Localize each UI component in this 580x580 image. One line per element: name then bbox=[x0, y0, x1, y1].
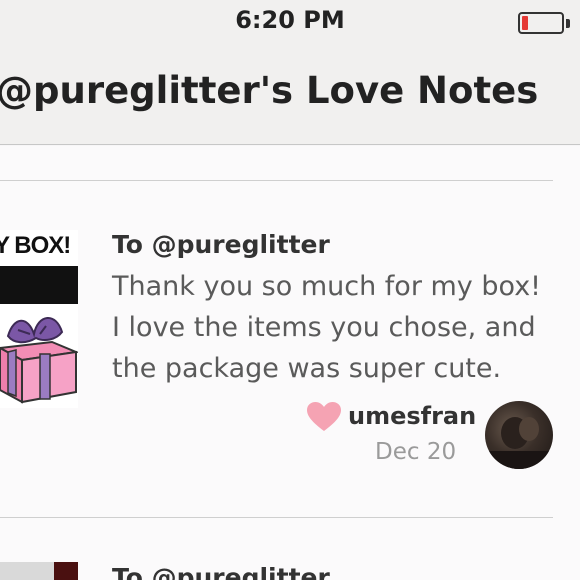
gift-box-icon bbox=[0, 317, 78, 404]
thumbnail-caption: Y BOX! bbox=[0, 232, 71, 259]
status-bar: 6:20 PM bbox=[0, 0, 580, 45]
note-date: Dec 20 bbox=[375, 439, 457, 465]
heart-icon[interactable] bbox=[306, 401, 342, 433]
battery-tip bbox=[566, 19, 570, 28]
battery-icon bbox=[518, 12, 564, 34]
note-message: Thank you so much for my box! I love the… bbox=[112, 271, 541, 384]
battery-level bbox=[522, 16, 528, 30]
divider bbox=[0, 180, 553, 181]
nav-bar: @pureglitter's Love Notes bbox=[0, 45, 580, 145]
note-recipient: To @pureglitter bbox=[112, 563, 330, 580]
note-thumbnail[interactable]: Y BOX! bbox=[0, 230, 78, 408]
divider bbox=[0, 517, 553, 518]
page-title: @pureglitter's Love Notes bbox=[0, 69, 539, 112]
note-thumbnail-detail bbox=[54, 562, 78, 580]
avatar[interactable] bbox=[485, 401, 553, 469]
avatar-photo bbox=[485, 417, 553, 469]
status-time: 6:20 PM bbox=[235, 6, 345, 34]
note-author[interactable]: umesfran bbox=[348, 402, 476, 430]
note-recipient: To @pureglitter bbox=[112, 230, 330, 259]
thumbnail-bar bbox=[0, 266, 78, 304]
